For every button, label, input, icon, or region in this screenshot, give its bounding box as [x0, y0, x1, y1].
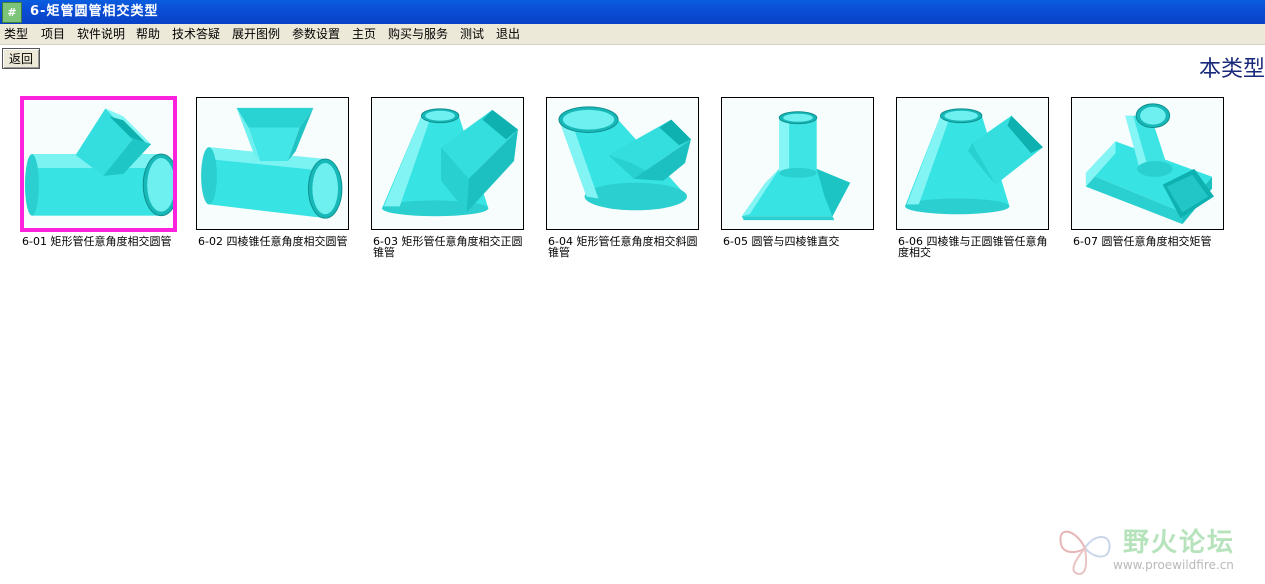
- thumbnail-image-frame[interactable]: [20, 96, 177, 232]
- menu-item-type[interactable]: 类型: [4, 27, 28, 41]
- thumbnail-caption: 6-07 圆管任意角度相交矩管: [1073, 235, 1212, 248]
- thumbnail-caption: 6-04 矩形管任意角度相交斜圆锥管: [548, 235, 698, 259]
- back-button[interactable]: 返回: [2, 48, 40, 69]
- cylinder-pyramid-intersection-icon: [741, 111, 851, 221]
- watermark-url: www.proewildfire.cn: [1113, 558, 1234, 572]
- thumbnail-caption: 6-01 矩形管任意角度相交圆管: [22, 235, 172, 248]
- cylinder-rectangular-pipe-intersection-icon: [1085, 103, 1214, 225]
- thumbnail-image-frame[interactable]: [196, 97, 349, 230]
- thumbnail-image-frame[interactable]: [371, 97, 524, 230]
- menu-item-tech-qa[interactable]: 技术答疑: [172, 27, 220, 41]
- pyramid-cone-intersection-icon: [905, 108, 1043, 215]
- menu-item-software-info[interactable]: 软件说明: [77, 27, 125, 41]
- watermark-title: 野火论坛: [1123, 528, 1236, 558]
- square-pyramid-cylinder-intersection-icon: [201, 107, 343, 219]
- menu-item-purchase[interactable]: 购买与服务: [388, 27, 448, 41]
- menu-item-help[interactable]: 帮助: [136, 27, 160, 41]
- thumbnail-caption: 6-03 矩形管任意角度相交正圆锥管: [373, 235, 523, 259]
- menu-item-test[interactable]: 测试: [460, 27, 484, 41]
- rectangular-pipe-oblique-cone-intersection-icon: [558, 106, 691, 211]
- title-bar: # 6-矩管圆管相交类型: [0, 0, 1265, 24]
- butterfly-logo-icon: [1059, 530, 1111, 576]
- menu-item-unfold-examples[interactable]: 展开图例: [232, 27, 280, 41]
- thumbnail-caption: 6-06 四棱锥与正圆锥管任意角度相交: [898, 235, 1048, 259]
- menu-item-exit[interactable]: 退出: [496, 27, 520, 41]
- thumbnail-caption: 6-05 圆管与四棱锥直交: [723, 235, 840, 248]
- page-heading: 本类型: [1198, 57, 1265, 82]
- thumbnail-image-frame[interactable]: [721, 97, 874, 230]
- forum-watermark: 野火论坛 www.proewildfire.cn: [1055, 518, 1260, 580]
- rectangular-pipe-cylinder-intersection-icon: [24, 108, 173, 217]
- menu-item-parameters[interactable]: 参数设置: [292, 27, 340, 41]
- thumbnail-image-frame[interactable]: [1071, 97, 1224, 230]
- rectangular-pipe-cone-intersection-icon: [382, 108, 518, 217]
- menu-item-project[interactable]: 项目: [41, 27, 65, 41]
- menu-bar: 类型 项目 软件说明 帮助 技术答疑 展开图例 参数设置 主页 购买与服务 测试…: [0, 24, 1265, 45]
- window-title: 6-矩管圆管相交类型: [30, 4, 159, 19]
- thumbnail-caption: 6-02 四棱锥任意角度相交圆管: [198, 235, 348, 248]
- app-icon: #: [2, 2, 22, 23]
- menu-item-home[interactable]: 主页: [352, 27, 376, 41]
- thumbnail-image-frame[interactable]: [896, 97, 1049, 230]
- thumbnail-image-frame[interactable]: [546, 97, 699, 230]
